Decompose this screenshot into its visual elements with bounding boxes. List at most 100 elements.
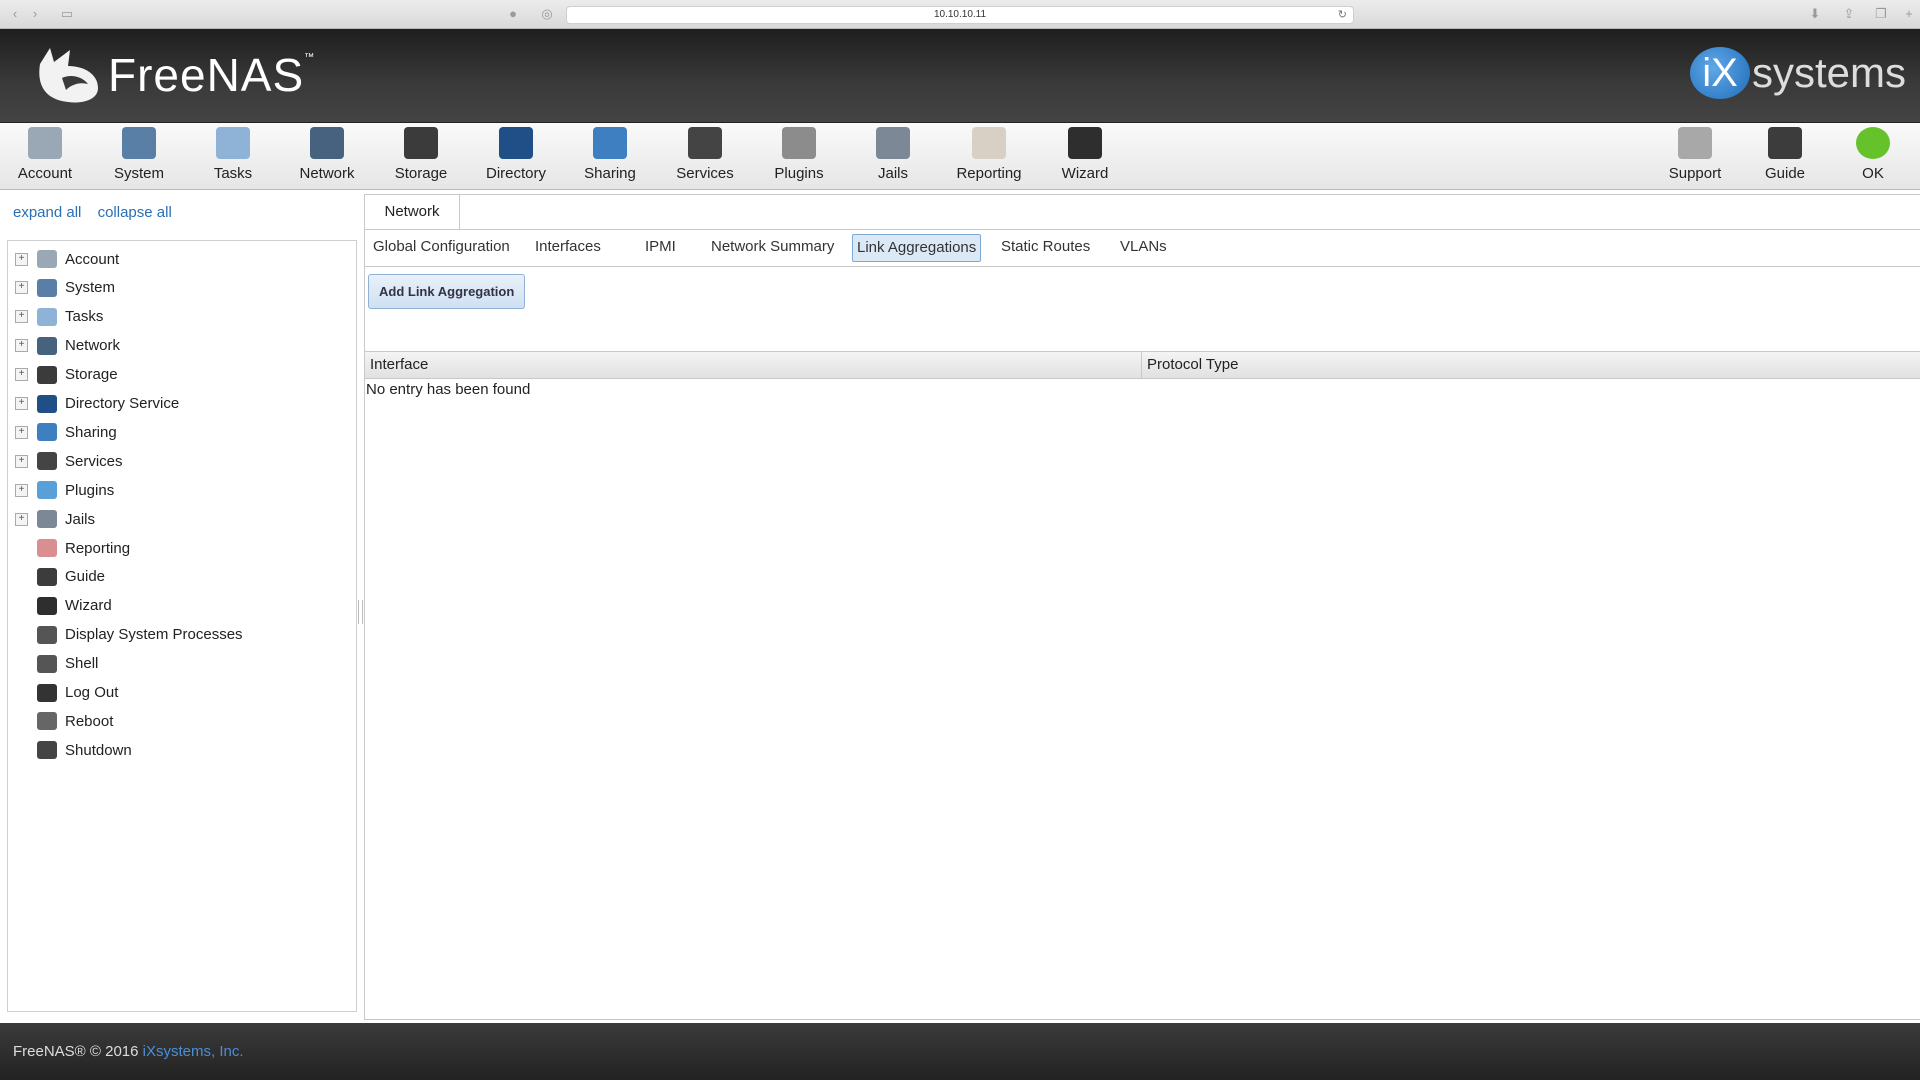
- address-bar[interactable]: 10.10.10.11 ↻: [566, 6, 1354, 24]
- storage-icon: [37, 365, 57, 384]
- tree-item-label: System: [65, 279, 116, 297]
- forward-icon[interactable]: ›: [28, 6, 42, 22]
- reboot-icon: [37, 712, 57, 731]
- subtab-strip: Global Configuration Interfaces IPMI Networ…: [365, 229, 1920, 267]
- tree-item-plugins[interactable]: + Plugins: [8, 478, 114, 502]
- account-icon: [28, 127, 62, 159]
- subtab-network-summary[interactable]: Network Summary: [707, 234, 838, 260]
- expand-icon[interactable]: +: [15, 483, 28, 497]
- tree-item-services[interactable]: + Services: [8, 449, 123, 473]
- toolbar-wizard-button[interactable]: Wizard: [1045, 127, 1125, 182]
- expand-icon[interactable]: +: [15, 339, 28, 353]
- toolbar-label: Plugins: [774, 165, 824, 182]
- toolbar-jails-button[interactable]: Jails: [853, 127, 933, 182]
- pane-splitter[interactable]: [358, 600, 363, 624]
- toolbar-support-button[interactable]: Support: [1655, 127, 1735, 182]
- new-tab-icon[interactable]: +: [1900, 6, 1918, 22]
- toolbar-label: Sharing: [584, 165, 636, 182]
- extension-icon[interactable]: ●: [504, 6, 522, 22]
- privacy-icon[interactable]: ◎: [538, 6, 556, 22]
- tree-item-label: Display System Processes: [65, 626, 243, 644]
- subtab-interfaces[interactable]: Interfaces: [531, 234, 605, 260]
- toolbar-system-button[interactable]: System: [99, 127, 179, 182]
- tree-item-label: Sharing: [65, 423, 117, 441]
- toolbar-storage-button[interactable]: Storage: [381, 127, 461, 182]
- jails-icon: [876, 127, 910, 159]
- tree-item-storage[interactable]: + Storage: [8, 363, 118, 387]
- tree-item-display-system-processes[interactable]: Display System Processes: [8, 623, 243, 647]
- expand-icon[interactable]: +: [15, 397, 28, 410]
- toolbar-plugins-button[interactable]: Plugins: [759, 127, 839, 182]
- account-icon: [37, 250, 57, 268]
- tree-controls: expand all collapse all: [13, 204, 184, 221]
- expand-icon[interactable]: +: [15, 368, 28, 382]
- url-text: 10.10.10.11: [933, 9, 987, 20]
- toolbar-services-button[interactable]: Services: [665, 127, 745, 182]
- expand-icon[interactable]: +: [15, 425, 28, 439]
- support-icon: [1678, 127, 1712, 159]
- column-header-protocol-type[interactable]: Protocol Type: [1142, 352, 1238, 378]
- expand-all-link[interactable]: expand all: [13, 204, 81, 221]
- tree-item-jails[interactable]: + Jails: [8, 507, 95, 531]
- tree-item-shell[interactable]: Shell: [8, 652, 98, 676]
- download-icon[interactable]: ⬇: [1806, 6, 1824, 22]
- toolbar-guide-button[interactable]: Guide: [1745, 127, 1825, 182]
- expand-icon[interactable]: +: [15, 512, 28, 526]
- tree-item-network[interactable]: + Network: [8, 334, 120, 358]
- tree-item-label: Services: [65, 452, 123, 470]
- toolbar-sharing-button[interactable]: Sharing: [570, 127, 650, 182]
- tree-item-shutdown[interactable]: Shutdown: [8, 738, 132, 762]
- toolbar-label: Tasks: [213, 165, 253, 182]
- subtab-ipmi[interactable]: IPMI: [641, 234, 680, 260]
- expand-icon[interactable]: +: [15, 252, 28, 266]
- subtab-global-configuration[interactable]: Global Configuration: [369, 234, 514, 260]
- logo-trademark: ™: [304, 51, 315, 63]
- tree-item-sharing[interactable]: + Sharing: [8, 420, 117, 444]
- tree-item-system[interactable]: + System: [8, 276, 115, 300]
- jails-icon: [37, 510, 57, 529]
- processes-icon: [37, 625, 57, 644]
- reload-icon[interactable]: ↻: [1338, 7, 1347, 23]
- ixsystems-logo[interactable]: iX systems: [1689, 47, 1906, 99]
- share-icon[interactable]: ⇪: [1840, 6, 1858, 22]
- tree-item-reboot[interactable]: Reboot: [8, 709, 113, 733]
- subtab-vlans[interactable]: VLANs: [1116, 234, 1171, 260]
- tree-item-account[interactable]: + Account: [8, 247, 119, 271]
- toolbar-label: System: [113, 165, 164, 182]
- tabs-icon[interactable]: ❐: [1872, 6, 1890, 22]
- tree-item-guide[interactable]: Guide: [8, 565, 105, 589]
- tree-item-tasks[interactable]: + Tasks: [8, 305, 103, 329]
- toolbar-network-button[interactable]: Network: [287, 127, 367, 182]
- sidebar-toggle-icon[interactable]: ▭: [58, 6, 76, 22]
- toolbar-account-button[interactable]: Account: [5, 127, 85, 182]
- toolbar-tasks-button[interactable]: Tasks: [193, 127, 273, 182]
- tree-item-label: Account: [65, 250, 120, 268]
- expand-icon[interactable]: +: [15, 454, 28, 468]
- copyright-text: FreeNAS® © 2016: [13, 1043, 143, 1060]
- tree-item-log-out[interactable]: Log Out: [8, 681, 118, 705]
- toolbar-reporting-button[interactable]: Reporting: [949, 127, 1029, 182]
- expand-icon[interactable]: +: [15, 310, 28, 324]
- toolbar-ok-button[interactable]: OK: [1833, 127, 1913, 182]
- ix-mark: iX: [1689, 47, 1750, 99]
- column-header-interface[interactable]: Interface: [365, 352, 428, 378]
- add-link-aggregation-button[interactable]: Add Link Aggregation: [368, 274, 526, 309]
- back-icon[interactable]: ‹: [8, 6, 22, 22]
- network-icon: [37, 336, 57, 355]
- tree-item-label: Reboot: [65, 712, 114, 730]
- subtab-link-aggregations[interactable]: Link Aggregations: [852, 234, 982, 262]
- network-icon: [310, 127, 344, 159]
- ixsystems-link[interactable]: iXsystems, Inc.: [143, 1043, 244, 1060]
- directory-icon: [499, 127, 533, 159]
- tree-item-reporting[interactable]: Reporting: [8, 536, 130, 560]
- storage-icon: [404, 127, 438, 159]
- main-toolbar: Account System Tasks Network Storage Dir…: [0, 123, 1920, 190]
- toolbar-directory-button[interactable]: Directory: [476, 127, 556, 182]
- tree-item-wizard[interactable]: Wizard: [8, 594, 112, 618]
- collapse-all-link[interactable]: collapse all: [98, 204, 172, 221]
- subtab-static-routes[interactable]: Static Routes: [997, 234, 1094, 260]
- freenas-logo[interactable]: FreeNAS ™: [32, 45, 314, 105]
- expand-icon[interactable]: +: [15, 281, 28, 295]
- tree-item-directory-service[interactable]: + Directory Service: [8, 392, 179, 416]
- tab-network[interactable]: Network: [364, 194, 460, 229]
